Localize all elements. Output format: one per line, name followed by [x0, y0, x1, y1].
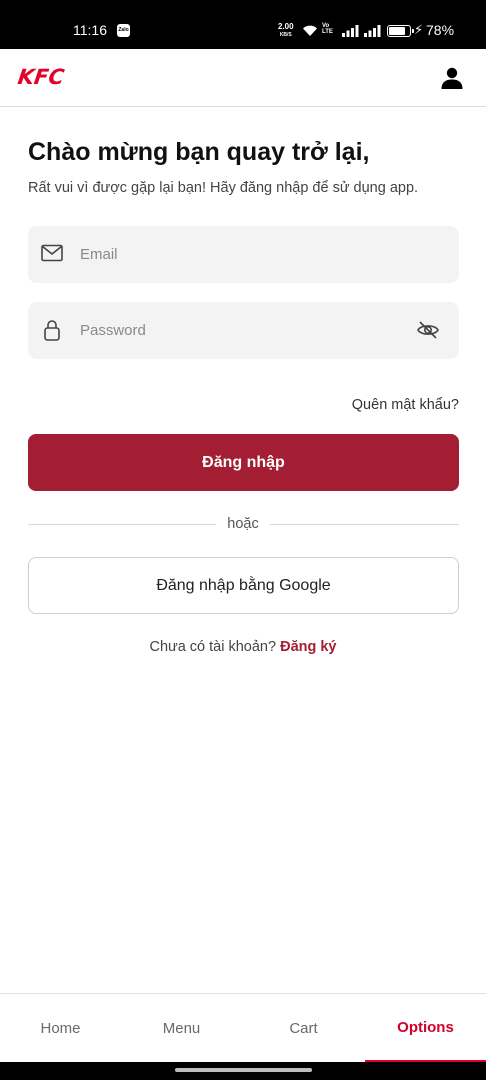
- password-field-container: [28, 302, 459, 359]
- login-button[interactable]: Đăng nhập: [28, 434, 459, 491]
- user-icon[interactable]: [440, 66, 464, 90]
- nav-item-cart[interactable]: Cart: [243, 994, 364, 1063]
- volte-icon: Vo LTE: [322, 23, 333, 35]
- signup-prompt: Chưa có tài khoản?: [149, 639, 277, 655]
- lock-icon: [44, 320, 60, 341]
- nav-item-home[interactable]: Home: [0, 994, 121, 1063]
- status-bar: 11:16 Zalo 2.00 KB/S Vo LTE ⚡︎ 78%: [0, 0, 486, 49]
- email-field-container: [28, 226, 459, 283]
- nav-item-options[interactable]: Options: [365, 994, 486, 1063]
- signal-icon: [342, 25, 359, 37]
- network-speed-unit: KB/S: [279, 32, 292, 38]
- divider-text: hoặc: [227, 516, 259, 532]
- nav-item-menu[interactable]: Menu: [121, 994, 242, 1063]
- charging-bolt-icon: ⚡︎: [414, 22, 424, 37]
- page-subtitle: Rất vui vì được gặp lại bạn! Hãy đăng nh…: [28, 180, 419, 196]
- kfc-logo[interactable]: KFC: [16, 65, 65, 89]
- signup-link[interactable]: Đăng ký: [280, 639, 336, 655]
- network-speed: 2.00 KB/S: [278, 23, 294, 39]
- battery-percent: 78%: [426, 22, 455, 38]
- signup-row: Chưa có tài khoản? Đăng ký: [0, 639, 486, 655]
- password-field[interactable]: [80, 302, 400, 359]
- status-time: 11:16: [73, 22, 107, 38]
- volte-bottom-label: LTE: [322, 29, 333, 35]
- signal-icon-2: [364, 25, 381, 37]
- gesture-handle[interactable]: [175, 1068, 312, 1072]
- battery-fill: [389, 27, 405, 35]
- google-login-button[interactable]: Đăng nhập bằng Google: [28, 557, 459, 614]
- email-field[interactable]: [80, 226, 400, 283]
- zalo-icon: Zalo: [117, 24, 130, 37]
- gesture-bar: [0, 1062, 486, 1080]
- eye-off-icon[interactable]: [416, 320, 440, 340]
- wifi-icon: [303, 25, 317, 36]
- mail-icon: [41, 244, 63, 262]
- battery-icon: [387, 25, 414, 37]
- page-title: Chào mừng bạn quay trở lại,: [28, 138, 370, 166]
- bottom-nav: Home Menu Cart Options: [0, 993, 486, 1063]
- network-speed-value: 2.00: [278, 22, 294, 31]
- app-header: KFC: [0, 49, 486, 107]
- forgot-password-link[interactable]: Quên mật khẩu?: [352, 397, 459, 413]
